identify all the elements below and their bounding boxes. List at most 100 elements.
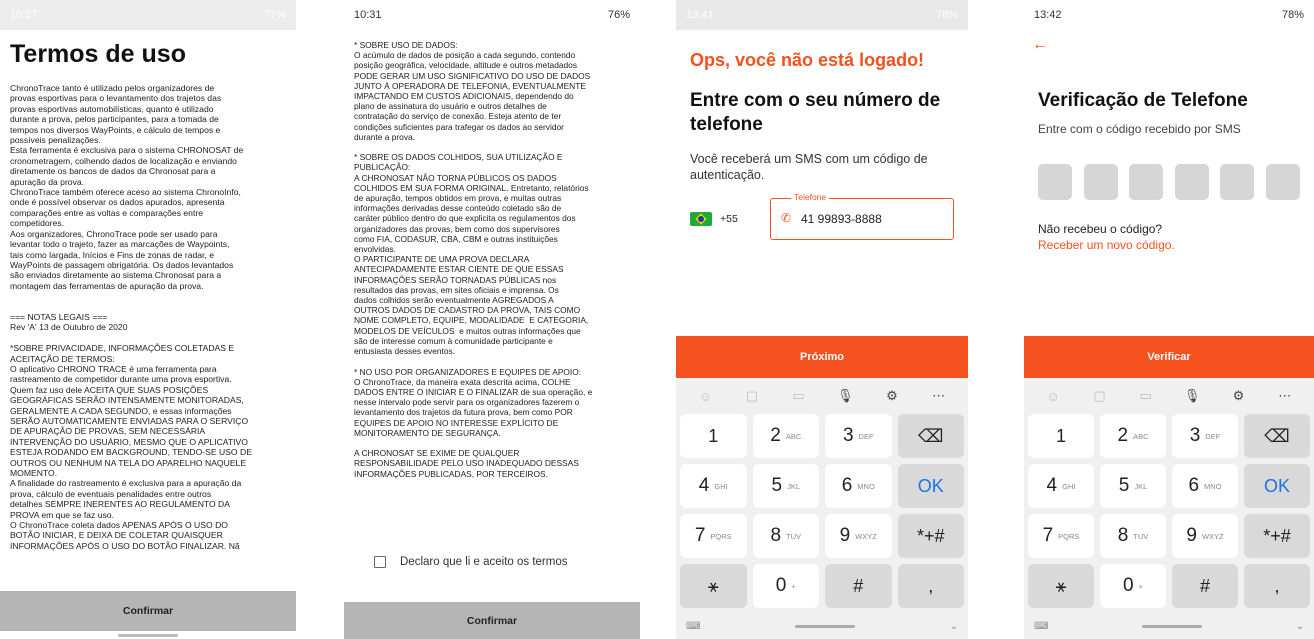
- keyboard-switch-icon[interactable]: ⌨: [1034, 621, 1048, 632]
- key-3[interactable]: ⌫: [1244, 414, 1310, 458]
- more-icon[interactable]: ⋯: [929, 388, 949, 404]
- status-time: 13:42: [1034, 9, 1062, 21]
- key-0[interactable]: 1: [1028, 414, 1094, 458]
- key-5[interactable]: 5 JKL: [752, 464, 819, 508]
- key-letters: PQRS: [1058, 531, 1080, 541]
- status-time: 10:27: [10, 9, 38, 21]
- code-digit-box[interactable]: [1174, 164, 1209, 200]
- key-9[interactable]: 8 TUV: [752, 514, 819, 558]
- no-code-text: Não recebeu o código?: [1038, 222, 1163, 236]
- resend-code-link[interactable]: Receber um novo código.: [1038, 238, 1175, 252]
- login-heading: Entre com o seu número de telefone: [690, 90, 941, 135]
- key-12[interactable]: ⚹: [1028, 564, 1094, 608]
- confirm-button[interactable]: Confirmar: [0, 591, 296, 631]
- key-label: 1: [1055, 425, 1066, 446]
- phone-field[interactable]: Telefone ✆ 41 99893-8888: [770, 192, 954, 240]
- phone-value[interactable]: 41 99893-8888: [801, 212, 882, 226]
- home-indicator[interactable]: [1142, 624, 1203, 628]
- confirm-button[interactable]: Confirmar: [344, 602, 640, 639]
- key-11[interactable]: *+#: [897, 514, 964, 558]
- hide-keyboard-icon[interactable]: ⌄: [950, 621, 958, 632]
- key-5[interactable]: 5 JKL: [1100, 464, 1166, 508]
- key-7[interactable]: OK: [897, 464, 964, 508]
- emoji-icon[interactable]: ☺: [1043, 389, 1063, 404]
- sms-code-input[interactable]: [1038, 164, 1300, 200]
- keyboard-switch-icon[interactable]: ⌨: [686, 621, 700, 632]
- key-6[interactable]: 6 MNO: [1172, 464, 1238, 508]
- not-logged-title: Ops, você não está logado!: [690, 50, 925, 70]
- key-0[interactable]: 1: [680, 414, 747, 458]
- key-4[interactable]: 4 GHI: [680, 464, 747, 508]
- terms-body[interactable]: ChronoTrace tanto é utilizado pelos orga…: [0, 79, 296, 589]
- key-label: ⚹: [1055, 575, 1067, 596]
- key-1[interactable]: 2 ABC: [1100, 414, 1166, 458]
- status-time: 10:31: [354, 9, 382, 21]
- key-3[interactable]: ⌫: [897, 414, 964, 458]
- code-digit-box[interactable]: [1129, 164, 1164, 200]
- mic-icon[interactable]: 🎙: [1182, 388, 1202, 404]
- hide-keyboard-icon[interactable]: ⌄: [1296, 621, 1304, 632]
- key-7[interactable]: OK: [1244, 464, 1310, 508]
- mic-icon[interactable]: 🎙: [835, 388, 855, 404]
- accept-label: Declaro que li e aceito os termos: [400, 556, 568, 568]
- key-2[interactable]: 3 DEF: [1172, 414, 1238, 458]
- key-label: ⌫: [1264, 425, 1290, 446]
- key-11[interactable]: *+#: [1244, 514, 1310, 558]
- home-indicator[interactable]: [795, 624, 856, 628]
- key-12[interactable]: ⚹: [680, 564, 747, 608]
- key-letters: WXYZ: [855, 531, 877, 541]
- key-label: 5: [1118, 475, 1130, 496]
- key-13[interactable]: 0 +: [1100, 564, 1166, 608]
- key-1[interactable]: 2 ABC: [752, 414, 819, 458]
- key-letters: JKL: [787, 481, 800, 491]
- sticker-icon[interactable]: ▢: [742, 388, 762, 404]
- home-indicator[interactable]: [118, 634, 178, 637]
- code-digit-box[interactable]: [1220, 164, 1255, 200]
- gear-icon[interactable]: ⚙: [1228, 388, 1248, 404]
- back-arrow-icon[interactable]: ←: [1024, 30, 1314, 60]
- key-14[interactable]: #: [1172, 564, 1238, 608]
- key-label: 2: [1117, 425, 1129, 446]
- sticker-icon[interactable]: ▢: [1089, 388, 1109, 404]
- key-letters: TUV: [786, 531, 802, 541]
- code-digit-box[interactable]: [1265, 164, 1300, 200]
- code-digit-box[interactable]: [1038, 164, 1072, 200]
- key-4[interactable]: 4 GHI: [1028, 464, 1094, 508]
- key-15[interactable]: ,: [1244, 564, 1310, 608]
- more-icon[interactable]: ⋯: [1275, 388, 1295, 404]
- emoji-icon[interactable]: ☺: [695, 389, 715, 404]
- key-8[interactable]: 7 PQRS: [1028, 514, 1094, 558]
- key-8[interactable]: 7 PQRS: [680, 514, 747, 558]
- gear-icon[interactable]: ⚙: [882, 388, 902, 404]
- key-label: OK: [1263, 475, 1290, 496]
- key-13[interactable]: 0 +: [752, 564, 819, 608]
- key-label: 9: [839, 525, 851, 546]
- gif-icon[interactable]: ▭: [1136, 388, 1156, 404]
- key-label: 0: [775, 575, 787, 596]
- key-label: ⚹: [707, 575, 719, 596]
- terms-body[interactable]: * SOBRE USO DE DADOS: O acúmulo de dados…: [344, 30, 640, 538]
- verify-button[interactable]: Verificar: [1024, 336, 1314, 378]
- key-10[interactable]: 9 WXYZ: [825, 514, 892, 558]
- key-letters: ABC: [1133, 431, 1149, 441]
- gif-icon[interactable]: ▭: [789, 388, 809, 404]
- key-9[interactable]: 8 TUV: [1100, 514, 1166, 558]
- accept-terms-row[interactable]: Declaro que li e aceito os termos: [374, 556, 567, 568]
- keyboard-bottom: ⌨ ⌄: [676, 613, 968, 639]
- key-10[interactable]: 9 WXYZ: [1172, 514, 1238, 558]
- country-code[interactable]: +55: [720, 213, 738, 225]
- page-title: Termos de uso: [10, 40, 186, 68]
- status-bar: 10:27 77%: [0, 0, 296, 30]
- brazil-flag-icon[interactable]: [690, 212, 712, 226]
- accept-checkbox[interactable]: [374, 556, 386, 568]
- key-2[interactable]: 3 DEF: [825, 414, 892, 458]
- key-label: 3: [1189, 425, 1201, 446]
- key-15[interactable]: ,: [897, 564, 964, 608]
- key-letters: DEF: [858, 431, 874, 441]
- key-14[interactable]: #: [825, 564, 892, 608]
- next-button[interactable]: Próximo: [676, 336, 968, 378]
- phone-field-label: Telefone: [791, 192, 830, 202]
- code-digit-box[interactable]: [1083, 164, 1118, 200]
- key-6[interactable]: 6 MNO: [825, 464, 892, 508]
- key-label: 5: [771, 475, 783, 496]
